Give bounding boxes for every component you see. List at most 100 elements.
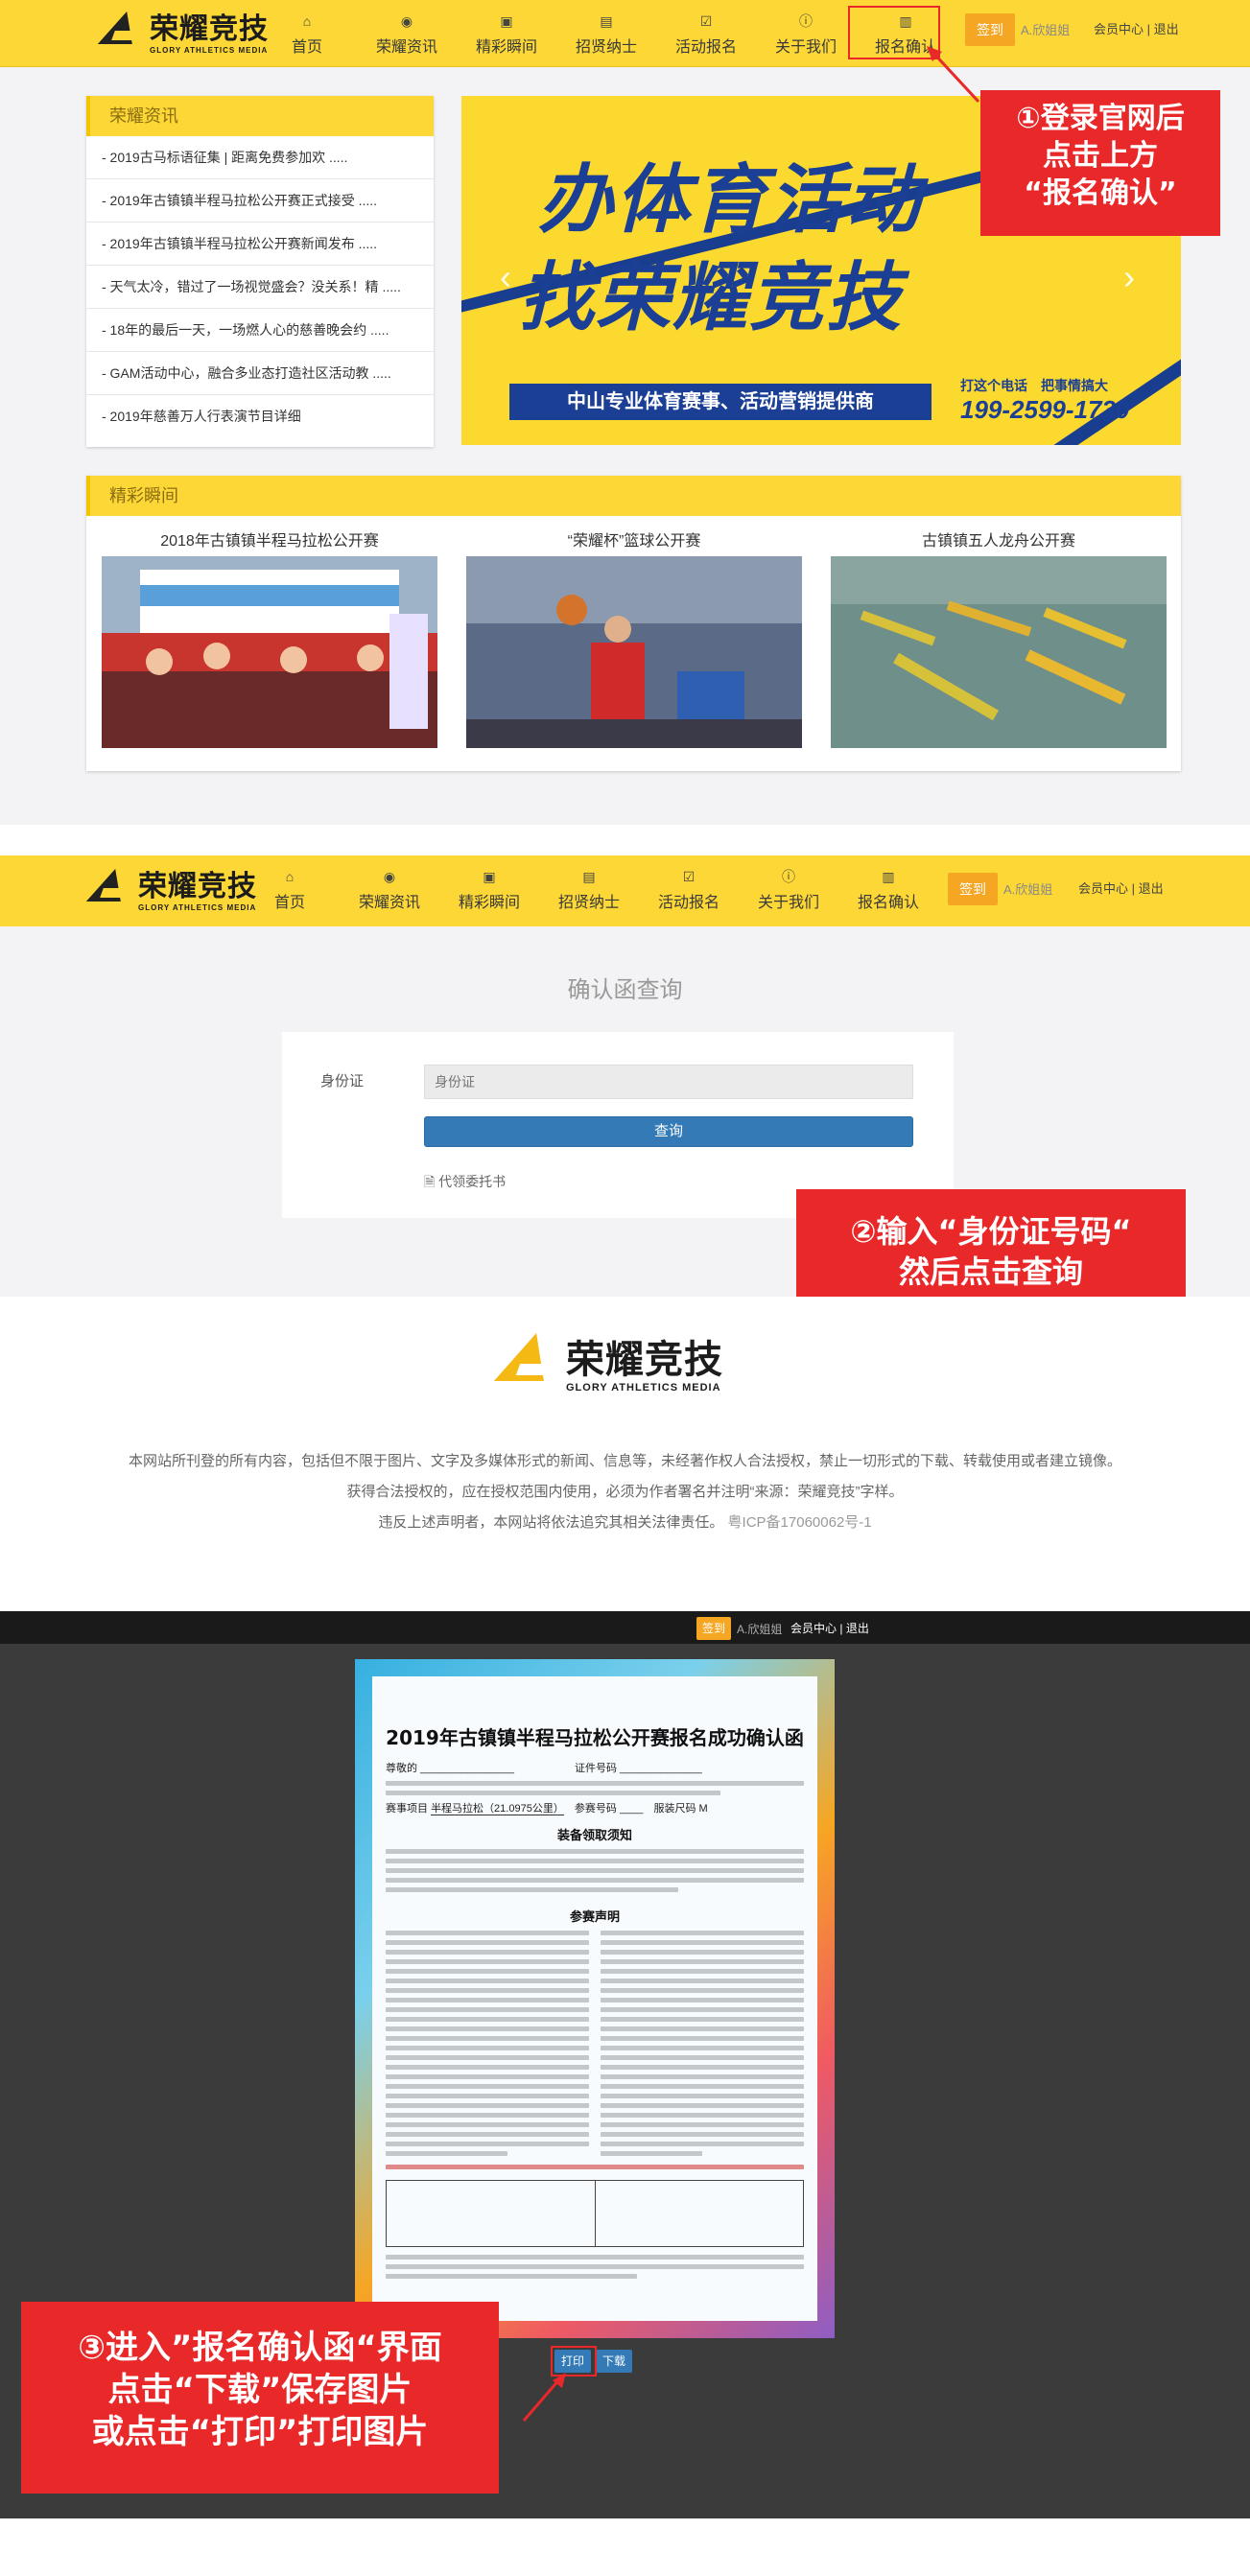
basketball-photo [466,556,802,748]
copyright-line: 本网站所刊登的所有内容，包括但不限于图片、文字及多媒体形式的新闻、信息等，未经著… [128,1453,1121,1469]
icp-link[interactable]: 粤ICP备17060062号-1 [728,1514,872,1531]
news-panel: 荣耀资讯 - 2019古马标语征集 | 距离免费参加欢 ..... - 2019… [86,96,434,447]
news-item[interactable]: - 2019年慈善万人行表演节目详细 [86,395,434,438]
carousel-next-icon[interactable]: › [1123,257,1135,297]
copyright-line: 获得合法授权的，应在授权范围内使用，必须为作者署名并注明“来源：荣耀竞技”字样。 [346,1484,904,1500]
logo-tagline: GLORY ATHLETICS MEDIA [150,45,269,55]
dimmed-header: 签到 A.欣姐姐 会员中心 | 退出 [0,1611,1250,1644]
signin-button: 签到 [696,1617,731,1640]
homepage-section: 荣耀竞技 GLORY ATHLETICS MEDIA ⌂ 首页 ◉ 荣耀资讯 ▣ 精彩… [0,0,1250,825]
callout-step-3: ③进入”报名确认函“界面 点击“下载”保存图片 或点击“打印”打印图片 [21,2302,499,2494]
news-heading: 荣耀资讯 [86,96,434,136]
banner-headline-1: 办体育活动 [538,157,923,244]
nav-item-about[interactable]: ⓘ 关于我们 [756,12,856,57]
news-item[interactable]: - GAM活动中心，融合多业态打造社区活动教 ..... [86,352,434,395]
nav-item-highlights[interactable]: ▣ 精彩瞬间 [439,867,539,912]
eye-icon: ◉ [400,13,413,29]
banner-phone: 199-2599-1730 [960,395,1130,424]
site-header: 荣耀竞技 GLORY ATHLETICS MEDIA ⌂ 首页 ◉ 荣耀资讯 ▣ 精彩… [0,855,1250,926]
highlights-heading: 精彩瞬间 [86,476,1181,516]
nav-item-confirm[interactable]: ▥ 报名确认 [838,867,938,912]
eye-icon: ◉ [383,869,396,884]
nav-item-careers[interactable]: ▤ 招贤纳士 [556,12,656,57]
highlight-card[interactable]: 古镇镇五人龙舟公开赛 [831,527,1167,748]
letter-body-text [386,1931,804,2161]
footer-logo: 荣耀竞技 GLORY ATHLETICS MEDIA [493,1325,723,1406]
member-links: 会员中心 | 退出 [1078,878,1164,897]
signin-button[interactable]: 签到 [948,873,998,905]
file-icon: ▤ [582,869,596,884]
nav-item-about[interactable]: ⓘ 关于我们 [739,867,838,912]
logo-name: 荣耀竞技 [150,12,269,46]
news-item[interactable]: - 天气太冷，错过了一场视觉盛会？没关系！精 ..... [86,266,434,309]
news-item[interactable]: - 18年的最后一天，一场燃人心的慈善晚会约 ..... [86,309,434,352]
info-icon: ⓘ [782,869,795,884]
confirmation-letter-image: 2019年古镇镇半程马拉松公开赛报名成功确认函 尊敬的 ____________… [355,1659,835,2338]
main-nav: ⌂ 首页 ◉ 荣耀资讯 ▣ 精彩瞬间 ▤ 招贤纳士 ☑ 活动报名 ⓘ 关于我们 ▥ 报名确认 [240,867,938,912]
news-item[interactable]: - 2019古马标语征集 | 距离免费参加欢 ..... [86,136,434,179]
home-icon: ⌂ [285,869,295,884]
highlight-title: 2018年古镇镇半程马拉松公开赛 [160,533,379,550]
carousel-prev-icon[interactable]: ‹ [500,257,511,297]
nav-item-home[interactable]: ⌂ 首页 [257,12,357,57]
member-links: 会员中心 | 退出 [1094,19,1179,37]
dragonboat-photo [831,556,1167,748]
user-name: A.欣姐姐 [737,1623,783,1636]
logout-link[interactable]: 退出 [1139,881,1164,896]
info-icon: ⓘ [799,13,813,29]
site-logo[interactable]: 荣耀竞技 GLORY ATHLETICS MEDIA [97,6,269,61]
nav-item-home[interactable]: ⌂ 首页 [240,867,340,912]
highlight-title: “荣耀杯”篮球公开赛 [567,533,701,550]
file-icon: ▤ [600,13,613,29]
nav-item-highlights[interactable]: ▣ 精彩瞬间 [457,12,556,57]
copyright-line: 违反上述声明者，本网站将依法追究其相关法律责任。 粤ICP备17060062号-… [378,1514,872,1531]
highlight-title: 古镇镇五人龙舟公开赛 [921,533,1075,550]
download-file-icon: 🗎 [424,1174,436,1189]
member-links: 会员中心 | 退出 [790,1622,869,1635]
link-separator: | [1146,22,1151,36]
user-name[interactable]: A.欣姐姐 [1021,20,1070,38]
query-section: 荣耀竞技 GLORY ATHLETICS MEDIA ⌂ 首页 ◉ 荣耀资讯 ▣ 精彩… [0,855,1250,1323]
nav-item-registration[interactable]: ☑ 活动报名 [656,12,756,57]
letter-signature-table [386,2180,804,2247]
letter-title: 2019年古镇镇半程马拉松公开赛报名成功确认函 [386,1726,804,1749]
member-center-link[interactable]: 会员中心 [1078,881,1128,896]
checklist-icon: ☑ [682,869,696,884]
confirmation-section: 签到 A.欣姐姐 会员中心 | 退出 2019年古镇镇半程马拉松公开赛报名成功确… [0,1611,1250,2518]
site-logo[interactable]: 荣耀竞技 GLORY ATHLETICS MEDIA [85,863,257,919]
footer-logo-name: 荣耀竞技 [566,1338,723,1382]
download-button[interactable]: 下载 [596,2350,632,2373]
nav-item-registration[interactable]: ☑ 活动报名 [639,867,739,912]
highlight-card[interactable]: 2018年古镇镇半程马拉松公开赛 [102,527,437,748]
logout-link[interactable]: 退出 [1154,22,1179,36]
news-item[interactable]: - 2019年古镇镇半程马拉松公开赛新闻发布 ..... [86,222,434,266]
letter-section-heading: 参赛声明 [569,1909,620,1924]
nav-item-news[interactable]: ◉ 荣耀资讯 [340,867,439,912]
nav-item-news[interactable]: ◉ 荣耀资讯 [357,12,457,57]
banner-subtitle: 中山专业体育赛事、活动营销提供商 [509,384,932,420]
picture-icon: ▣ [500,13,513,29]
user-name[interactable]: A.欣姐姐 [1003,879,1052,898]
link-separator: | [1131,881,1136,896]
logo-mark-icon [493,1325,562,1406]
letter-name-row: 尊敬的 ________________ 证件号码 ______________ [386,1763,702,1774]
page-title: 确认函查询 [567,977,683,1003]
highlights-panel: 精彩瞬间 2018年古镇镇半程马拉松公开赛 “荣耀杯”篮球公开赛 古镇镇五人龙舟… [86,476,1181,771]
letter-event-row: 赛事项目 半程马拉松（21.0975公里） 参赛号码 ____ 服装尺码 M [386,1803,708,1815]
query-button[interactable]: 查询 [424,1116,913,1147]
site-footer: 荣耀竞技 GLORY ATHLETICS MEDIA 本网站所刊登的所有内容，包… [0,1297,1250,1575]
signin-button[interactable]: 签到 [965,13,1015,46]
id-number-input[interactable] [424,1065,913,1099]
news-item[interactable]: - 2019年古镇镇半程马拉松公开赛正式接受 ..... [86,179,434,222]
callout-arrow-icon [927,46,980,104]
member-center-link[interactable]: 会员中心 [1094,22,1144,36]
marathon-photo [102,556,437,748]
site-header: 荣耀竞技 GLORY ATHLETICS MEDIA ⌂ 首页 ◉ 荣耀资讯 ▣ 精彩… [0,0,1250,67]
logo-mark-icon [85,863,133,919]
document-icon: ▥ [882,869,895,884]
banner-headline-2: 找荣耀竞技 [519,255,904,341]
footer-logo-tagline: GLORY ATHLETICS MEDIA [566,1382,721,1393]
highlight-card[interactable]: “荣耀杯”篮球公开赛 [466,527,802,748]
nav-item-careers[interactable]: ▤ 招贤纳士 [539,867,639,912]
proxy-letter-link[interactable]: 🗎 代领委托书 [424,1172,506,1195]
